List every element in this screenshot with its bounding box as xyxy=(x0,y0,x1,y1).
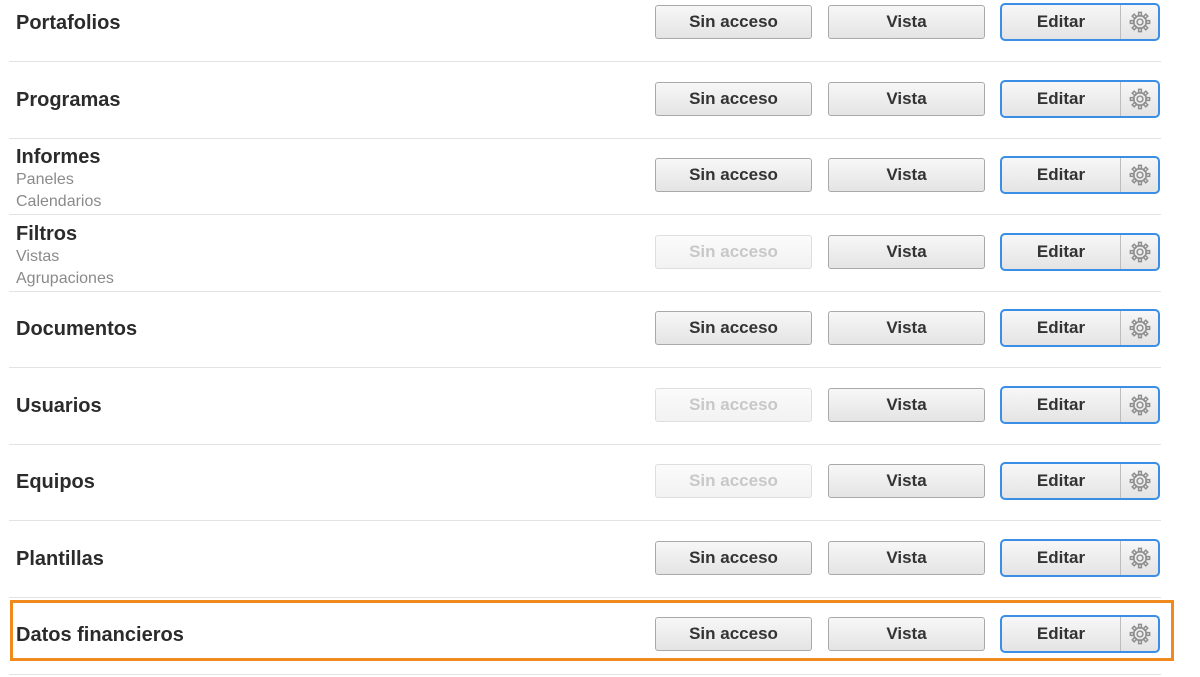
view-button[interactable]: Vista xyxy=(828,541,985,575)
edit-button-group: Editar xyxy=(1000,80,1160,118)
view-button[interactable]: Vista xyxy=(828,5,985,39)
row-label: Filtros Vistas Agrupaciones xyxy=(16,215,114,291)
view-button[interactable]: Vista xyxy=(828,464,985,498)
no-access-button[interactable]: Sin acceso xyxy=(655,311,812,345)
edit-button[interactable]: Editar xyxy=(1002,5,1121,39)
settings-button[interactable] xyxy=(1121,82,1158,116)
gear-icon xyxy=(1129,164,1151,186)
permission-row: Usuarios Sin acceso Vista Editar xyxy=(9,368,1161,444)
no-access-button[interactable]: Sin acceso xyxy=(655,617,812,651)
row-label: Usuarios xyxy=(16,368,102,444)
row-subtitle: Calendarios xyxy=(16,193,102,210)
row-divider xyxy=(9,214,1161,215)
row-title: Portafolios xyxy=(16,11,121,34)
row-label: Programas xyxy=(16,62,121,138)
settings-button[interactable] xyxy=(1121,311,1158,345)
gear-icon xyxy=(1129,394,1151,416)
no-access-button: Sin acceso xyxy=(655,388,812,422)
row-subtitle: Paneles xyxy=(16,171,74,188)
settings-button[interactable] xyxy=(1121,158,1158,192)
row-divider xyxy=(9,61,1161,62)
permission-row: Equipos Sin acceso Vista Editar xyxy=(9,444,1161,520)
view-button[interactable]: Vista xyxy=(828,311,985,345)
permission-row: Filtros Vistas Agrupaciones Sin acceso Vista… xyxy=(9,215,1161,291)
row-label: Informes Paneles Calendarios xyxy=(16,138,101,214)
gear-icon xyxy=(1129,11,1151,33)
row-title: Documentos xyxy=(16,317,138,340)
permission-row: Datos financieros Sin acceso Vista Editar xyxy=(9,597,1161,673)
gear-icon xyxy=(1129,241,1151,263)
row-divider xyxy=(9,520,1161,521)
view-button[interactable]: Vista xyxy=(828,82,985,116)
edit-button[interactable]: Editar xyxy=(1002,464,1121,498)
row-title: Programas xyxy=(16,88,121,111)
edit-button-group: Editar xyxy=(1000,386,1160,424)
row-label: Equipos xyxy=(16,444,95,520)
settings-button[interactable] xyxy=(1121,541,1158,575)
permission-row: Portafolios Sin acceso Vista Editar xyxy=(9,0,1161,61)
no-access-button[interactable]: Sin acceso xyxy=(655,158,812,192)
row-label: Portafolios xyxy=(16,0,120,61)
gear-icon xyxy=(1129,317,1151,339)
row-label: Plantillas xyxy=(16,521,104,597)
row-divider xyxy=(9,444,1161,445)
permission-row: Informes Paneles Calendarios Sin acceso Vist… xyxy=(9,138,1161,214)
permission-row: Programas Sin acceso Vista Editar xyxy=(9,62,1161,138)
settings-button[interactable] xyxy=(1121,5,1158,39)
edit-button-group: Editar xyxy=(1000,539,1160,577)
view-button[interactable]: Vista xyxy=(828,235,985,269)
row-title: Plantillas xyxy=(16,547,104,570)
gear-icon xyxy=(1129,547,1151,569)
edit-button[interactable]: Editar xyxy=(1002,311,1121,345)
view-button[interactable]: Vista xyxy=(828,388,985,422)
row-title: Informes xyxy=(16,146,101,168)
gear-icon xyxy=(1129,88,1151,110)
permission-row: Plantillas Sin acceso Vista Editar xyxy=(9,521,1161,597)
edit-button[interactable]: Editar xyxy=(1002,541,1121,575)
row-divider xyxy=(9,674,1161,675)
settings-button[interactable] xyxy=(1121,235,1158,269)
edit-button-group: Editar xyxy=(1000,309,1160,347)
no-access-button: Sin acceso xyxy=(655,464,812,498)
edit-button[interactable]: Editar xyxy=(1002,617,1121,651)
permissions-list: Portafolios Sin acceso Vista Editar Programa… xyxy=(0,0,1200,677)
edit-button-group: Editar xyxy=(1000,615,1160,653)
row-divider xyxy=(9,138,1161,139)
edit-button-group: Editar xyxy=(1000,156,1160,194)
row-divider xyxy=(9,597,1161,598)
no-access-button[interactable]: Sin acceso xyxy=(655,82,812,116)
no-access-button[interactable]: Sin acceso xyxy=(655,541,812,575)
no-access-button[interactable]: Sin acceso xyxy=(655,5,812,39)
row-label: Documentos xyxy=(16,291,137,367)
permission-row: Documentos Sin acceso Vista Editar xyxy=(9,291,1161,367)
row-title: Equipos xyxy=(16,470,95,493)
row-divider xyxy=(9,367,1161,368)
edit-button-group: Editar xyxy=(1000,3,1160,41)
view-button[interactable]: Vista xyxy=(828,158,985,192)
edit-button-group: Editar xyxy=(1000,462,1160,500)
view-button[interactable]: Vista xyxy=(828,617,985,651)
edit-button[interactable]: Editar xyxy=(1002,82,1121,116)
edit-button[interactable]: Editar xyxy=(1002,158,1121,192)
settings-button[interactable] xyxy=(1121,388,1158,422)
row-title: Datos financieros xyxy=(16,623,184,646)
row-subtitle: Vistas xyxy=(16,248,60,265)
gear-icon xyxy=(1129,623,1151,645)
settings-button[interactable] xyxy=(1121,464,1158,498)
row-title: Filtros xyxy=(16,223,78,245)
row-label: Datos financieros xyxy=(16,597,184,673)
row-subtitle: Agrupaciones xyxy=(16,270,114,287)
row-title: Usuarios xyxy=(16,394,102,417)
gear-icon xyxy=(1129,470,1151,492)
edit-button-group: Editar xyxy=(1000,233,1160,271)
edit-button[interactable]: Editar xyxy=(1002,235,1121,269)
row-divider xyxy=(9,291,1161,292)
settings-button[interactable] xyxy=(1121,617,1158,651)
edit-button[interactable]: Editar xyxy=(1002,388,1121,422)
no-access-button: Sin acceso xyxy=(655,235,812,269)
